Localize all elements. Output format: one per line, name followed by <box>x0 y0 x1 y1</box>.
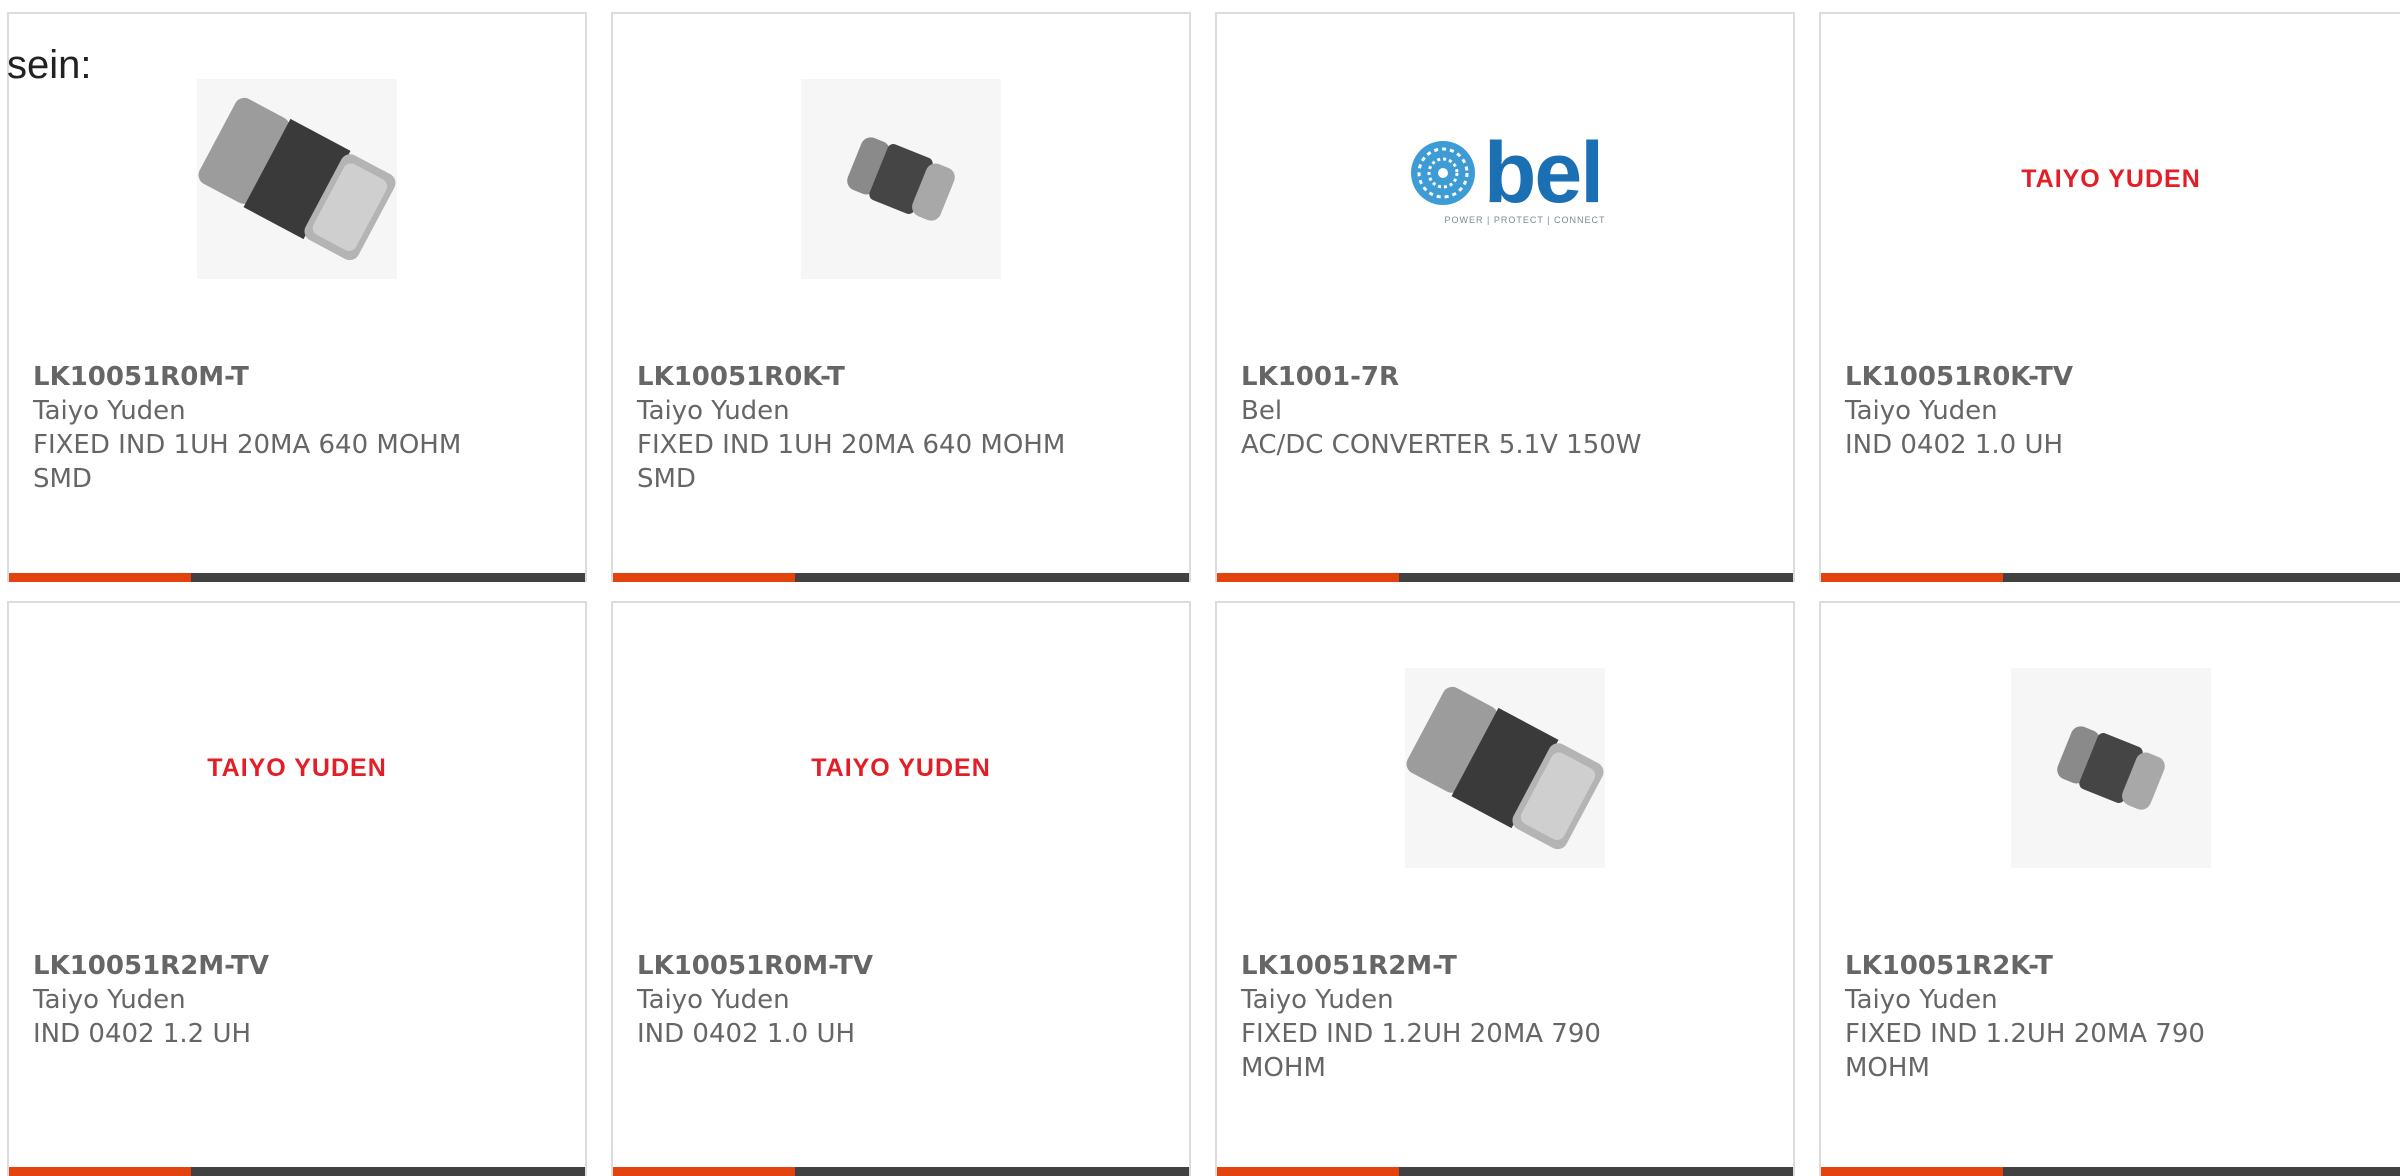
product-info: LK10051R0K-TV Taiyo Yuden IND 0402 1.0 U… <box>1845 360 2295 462</box>
part-number[interactable]: LK1001-7R <box>1241 360 1691 394</box>
product-image <box>613 74 1189 284</box>
part-number[interactable]: LK10051R0M-TV <box>637 949 1087 983</box>
product-card[interactable]: LK10051R2M-T Taiyo Yuden FIXED IND 1.2UH… <box>1215 601 1795 1176</box>
card-bar <box>9 1167 585 1176</box>
card-bar-accent <box>9 1167 191 1176</box>
product-image: TAIYO YUDEN <box>613 663 1189 873</box>
description: FIXED IND 1.2UH 20MA 790 MOHM <box>1241 1019 1601 1083</box>
product-image <box>9 74 585 284</box>
card-bar <box>1217 1167 1793 1176</box>
chip-inductor-icon <box>2011 668 2211 868</box>
card-bar-accent <box>1821 1167 2003 1176</box>
taiyo-yuden-logo: TAIYO YUDEN <box>811 753 991 782</box>
description: FIXED IND 1UH 20MA 640 MOHM SMD <box>637 430 1066 494</box>
card-bar-accent <box>9 573 191 582</box>
product-card[interactable]: TAIYO YUDEN LK10051R0K-TV Taiyo Yuden IN… <box>1819 12 2400 582</box>
chip-inductor-icon <box>197 79 397 279</box>
bel-logo-tagline: POWER | PROTECT | CONNECT <box>1444 215 1606 225</box>
manufacturer: Taiyo Yuden <box>33 396 186 426</box>
card-bar <box>613 573 1189 582</box>
product-card[interactable]: TAIYO YUDEN LK10051R0M-TV Taiyo Yuden IN… <box>611 601 1191 1176</box>
part-number[interactable]: LK10051R0K-TV <box>1845 360 2295 394</box>
product-card[interactable]: bel POWER | PROTECT | CONNECT LK1001-7R … <box>1215 12 1795 582</box>
card-bar <box>1217 573 1793 582</box>
product-image: TAIYO YUDEN <box>9 663 585 873</box>
product-image: TAIYO YUDEN <box>1821 74 2400 284</box>
description: IND 0402 1.0 UH <box>637 1019 856 1049</box>
product-info: LK10051R2K-T Taiyo Yuden FIXED IND 1.2UH… <box>1845 949 2295 1085</box>
description: IND 0402 1.2 UH <box>33 1019 252 1049</box>
description: IND 0402 1.0 UH <box>1845 430 2064 460</box>
product-image: bel POWER | PROTECT | CONNECT <box>1217 74 1793 284</box>
card-bar-accent <box>1217 1167 1399 1176</box>
description: FIXED IND 1.2UH 20MA 790 MOHM <box>1845 1019 2205 1083</box>
product-info: LK1001-7R Bel AC/DC CONVERTER 5.1V 150W <box>1241 360 1691 462</box>
product-image <box>1821 663 2400 873</box>
card-bar <box>9 573 585 582</box>
part-number[interactable]: LK10051R2M-T <box>1241 949 1691 983</box>
product-card[interactable]: LK10051R2K-T Taiyo Yuden FIXED IND 1.2UH… <box>1819 601 2400 1176</box>
manufacturer: Taiyo Yuden <box>1241 985 1394 1015</box>
description: FIXED IND 1UH 20MA 640 MOHM SMD <box>33 430 462 494</box>
product-grid: LK10051R0M-T Taiyo Yuden FIXED IND 1UH 2… <box>0 0 2400 1176</box>
taiyo-yuden-logo: TAIYO YUDEN <box>2021 164 2201 193</box>
product-info: LK10051R0M-TV Taiyo Yuden IND 0402 1.0 U… <box>637 949 1087 1051</box>
card-bar <box>1821 1167 2400 1176</box>
part-number[interactable]: LK10051R2M-TV <box>33 949 483 983</box>
manufacturer: Taiyo Yuden <box>1845 396 1998 426</box>
product-card[interactable]: LK10051R0M-T Taiyo Yuden FIXED IND 1UH 2… <box>7 12 587 582</box>
bel-logo: bel POWER | PROTECT | CONNECT <box>1404 125 1606 225</box>
chip-inductor-icon <box>801 79 1001 279</box>
card-bar <box>613 1167 1189 1176</box>
intro-text: sein: <box>7 43 92 87</box>
manufacturer: Taiyo Yuden <box>637 985 790 1015</box>
bel-logo-text: bel <box>1483 125 1604 221</box>
chip-inductor-icon <box>1405 668 1605 868</box>
manufacturer: Taiyo Yuden <box>1845 985 1998 1015</box>
product-info: LK10051R2M-TV Taiyo Yuden IND 0402 1.2 U… <box>33 949 483 1051</box>
taiyo-yuden-logo: TAIYO YUDEN <box>207 753 387 782</box>
manufacturer: Bel <box>1241 396 1283 426</box>
product-card[interactable]: TAIYO YUDEN LK10051R2M-TV Taiyo Yuden IN… <box>7 601 587 1176</box>
part-number[interactable]: LK10051R0M-T <box>33 360 483 394</box>
product-info: LK10051R0K-T Taiyo Yuden FIXED IND 1UH 2… <box>637 360 1087 496</box>
product-info: LK10051R0M-T Taiyo Yuden FIXED IND 1UH 2… <box>33 360 483 496</box>
product-card[interactable]: LK10051R0K-T Taiyo Yuden FIXED IND 1UH 2… <box>611 12 1191 582</box>
product-info: LK10051R2M-T Taiyo Yuden FIXED IND 1.2UH… <box>1241 949 1691 1085</box>
manufacturer: Taiyo Yuden <box>33 985 186 1015</box>
product-image <box>1217 663 1793 873</box>
description: AC/DC CONVERTER 5.1V 150W <box>1241 430 1642 460</box>
part-number[interactable]: LK10051R0K-T <box>637 360 1087 394</box>
card-bar-accent <box>613 573 795 582</box>
card-bar-accent <box>1821 573 2003 582</box>
part-number[interactable]: LK10051R2K-T <box>1845 949 2295 983</box>
manufacturer: Taiyo Yuden <box>637 396 790 426</box>
card-bar-accent <box>613 1167 795 1176</box>
card-bar-accent <box>1217 573 1399 582</box>
card-bar <box>1821 573 2400 582</box>
bel-sphere-icon <box>1410 141 1475 205</box>
